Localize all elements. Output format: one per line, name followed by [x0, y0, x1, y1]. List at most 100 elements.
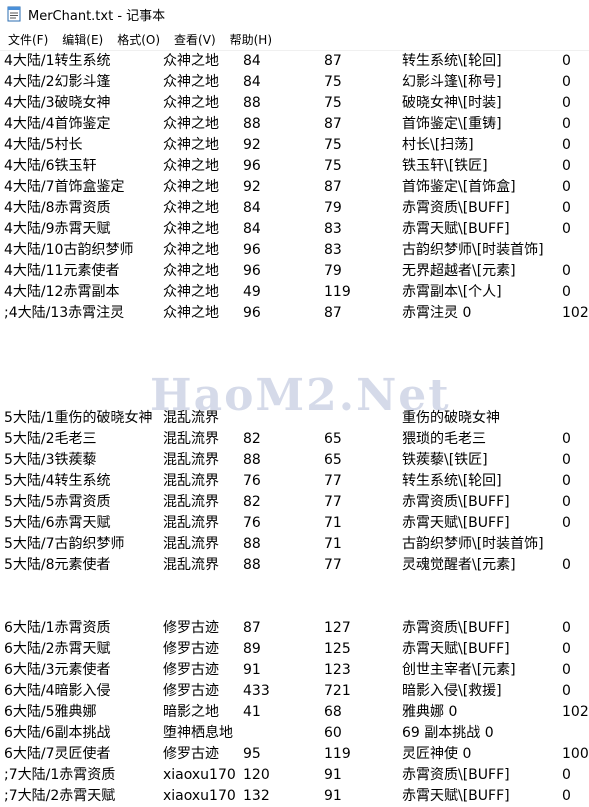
text-line-field: 修罗古迹	[163, 620, 219, 636]
text-line-field: 4大陆/3破晓女神	[4, 95, 111, 111]
text-line-field: 赤霄资质\[BUFF]	[402, 200, 510, 216]
text-line-field: 雅典娜 0	[402, 704, 458, 720]
menu-help[interactable]: 帮助(H)	[224, 29, 278, 50]
text-line: 6大陆/5雅典娜 暗影之地 41 68 雅典娜 0 102	[0, 702, 589, 723]
text-line-field: 5大陆/3铁蒺藜	[4, 452, 97, 468]
text-line-field: 破晓女神\[时装]	[402, 95, 502, 111]
text-line-field: 赤霄注灵 0	[402, 305, 472, 321]
text-line-field: 0	[562, 263, 571, 279]
text-line-field: 混乱流界	[163, 473, 219, 489]
text-line-field: 87	[324, 179, 342, 195]
text-line-field: 4大陆/9赤霄天赋	[4, 221, 111, 237]
text-editor[interactable]: 4大陆/1转生系统 众神之地 84 87 转生系统\[轮回] 0 4大陆/2幻影斗篷 众神之地…	[0, 51, 589, 807]
text-line-field: 96	[243, 242, 261, 258]
text-line-field: 87	[324, 53, 342, 69]
text-line-field: 83	[324, 221, 342, 237]
text-line-field: 65	[324, 452, 342, 468]
text-line-field: 102	[562, 305, 589, 321]
text-line-field: 60	[324, 725, 342, 741]
text-line: 6大陆/1赤霄资质 修罗古迹 87 127 赤霄资质\[BUFF] 0	[0, 618, 589, 639]
text-line-field: 4大陆/1转生系统	[4, 53, 111, 69]
text-line: 6大陆/3元素使者 修罗古迹 91 123 创世主宰者\[元素] 0	[0, 660, 589, 681]
text-line-field: 0	[562, 620, 571, 636]
text-line-field: 91	[324, 767, 342, 783]
text-line-field: 众神之地	[163, 179, 219, 195]
text-line-field: 赤霄天赋\[BUFF]	[402, 515, 510, 531]
text-line-field: xiaoxu170	[163, 767, 236, 783]
text-line-field: 铁蒺藜\[铁匠]	[402, 452, 488, 468]
text-line: 4大陆/7首饰盒鉴定 众神之地 92 87 首饰鉴定\[首饰盒] 0	[0, 177, 589, 198]
text-line-field: 77	[324, 557, 342, 573]
text-line-field: 5大陆/8元素使者	[4, 557, 111, 573]
text-line-field: 众神之地	[163, 116, 219, 132]
text-line-field: 6大陆/3元素使者	[4, 662, 111, 678]
text-line-field: 0	[562, 53, 571, 69]
text-line-field: 众神之地	[163, 242, 219, 258]
text-line-field: 6大陆/7灵匠使者	[4, 746, 111, 762]
text-line-field: 0	[562, 767, 571, 783]
text-line: 4大陆/10古韵织梦师 众神之地 96 83 古韵织梦师\[时装首饰]	[0, 240, 589, 261]
text-line-field: 众神之地	[163, 74, 219, 90]
text-line-field: 96	[243, 263, 261, 279]
watermark-text: HaoM2.Net	[150, 370, 451, 421]
text-line: 5大陆/7古韵织梦师 混乱流界 88 71 古韵织梦师\[时装首饰]	[0, 534, 589, 555]
text-line-field: 77	[324, 494, 342, 510]
text-line-field: 433	[243, 683, 270, 699]
text-line-field: 120	[243, 767, 270, 783]
text-line: 6大陆/2赤霄天赋 修罗古迹 89 125 赤霄天赋\[BUFF] 0	[0, 639, 589, 660]
text-line-field: 0	[562, 494, 571, 510]
text-line-field: 4大陆/6铁玉轩	[4, 158, 97, 174]
text-line-field: 0	[562, 95, 571, 111]
text-line-field: 6大陆/1赤霄资质	[4, 620, 111, 636]
text-line-field: 众神之地	[163, 95, 219, 111]
text-line-field: 众神之地	[163, 200, 219, 216]
text-line-field: 65	[324, 431, 342, 447]
text-line-field: 转生系统\[轮回]	[402, 53, 502, 69]
text-line-field: 修罗古迹	[163, 641, 219, 657]
text-line-field: 0	[562, 662, 571, 678]
text-line-field: 0	[562, 788, 571, 804]
menu-edit[interactable]: 编辑(E)	[56, 29, 109, 50]
text-line	[0, 576, 589, 597]
text-line: ;7大陆/1赤霄资质 xiaoxu170 120 91 赤霄资质\[BUFF] 0	[0, 765, 589, 786]
text-line-field: 127	[324, 620, 351, 636]
text-line-field: 92	[243, 179, 261, 195]
text-line-field: 0	[562, 179, 571, 195]
menu-view[interactable]: 查看(V)	[168, 29, 222, 50]
text-line-field: 0	[562, 473, 571, 489]
text-line-field: 0	[562, 683, 571, 699]
text-line: 4大陆/12赤霄副本 众神之地 49 119 赤霄副本\[个人] 0	[0, 282, 589, 303]
text-line-field: 4大陆/5村长	[4, 137, 83, 153]
text-line-field: 0	[562, 158, 571, 174]
text-line-field: 赤霄天赋\[BUFF]	[402, 641, 510, 657]
text-line-field: 82	[243, 431, 261, 447]
text-line-field: 众神之地	[163, 158, 219, 174]
menu-file[interactable]: 文件(F)	[2, 29, 54, 50]
text-line-field: 91	[243, 662, 261, 678]
text-line-field: 首饰鉴定\[首饰盒]	[402, 179, 516, 195]
text-line-field: 5大陆/2毛老三	[4, 431, 97, 447]
text-line-field: 混乱流界	[163, 557, 219, 573]
text-line: 5大陆/3铁蒺藜 混乱流界 88 65 铁蒺藜\[铁匠] 0	[0, 450, 589, 471]
text-line: 5大陆/8元素使者 混乱流界 88 77 灵魂觉醒者\[元素] 0	[0, 555, 589, 576]
text-line: 6大陆/4暗影入侵 修罗古迹 433 721 暗影入侵\[救援] 0	[0, 681, 589, 702]
text-line: 4大陆/11元素使者 众神之地 96 79 无界超越者\[元素] 0	[0, 261, 589, 282]
text-line-field: 88	[243, 95, 261, 111]
text-line: 6大陆/6副本挑战 堕神栖息地 60 69 副本挑战 0	[0, 723, 589, 744]
text-line-field: 76	[243, 473, 261, 489]
text-line-field: 123	[324, 662, 351, 678]
text-line-field: 赤霄天赋\[BUFF]	[402, 788, 510, 804]
text-line	[0, 324, 589, 345]
text-line-field: 84	[243, 74, 261, 90]
text-line-field: ;7大陆/1赤霄资质	[4, 767, 116, 783]
text-line-field: 0	[562, 200, 571, 216]
text-line-field: 混乱流界	[163, 515, 219, 531]
text-line-field: 0	[562, 641, 571, 657]
text-line-field: ;7大陆/2赤霄天赋	[4, 788, 116, 804]
text-line-field: 6大陆/5雅典娜	[4, 704, 97, 720]
text-line-field: 创世主宰者\[元素]	[402, 662, 516, 678]
text-line-field: 转生系统\[轮回]	[402, 473, 502, 489]
text-line-field: 76	[243, 515, 261, 531]
menu-format[interactable]: 格式(O)	[111, 29, 166, 50]
text-line-field: 0	[562, 137, 571, 153]
